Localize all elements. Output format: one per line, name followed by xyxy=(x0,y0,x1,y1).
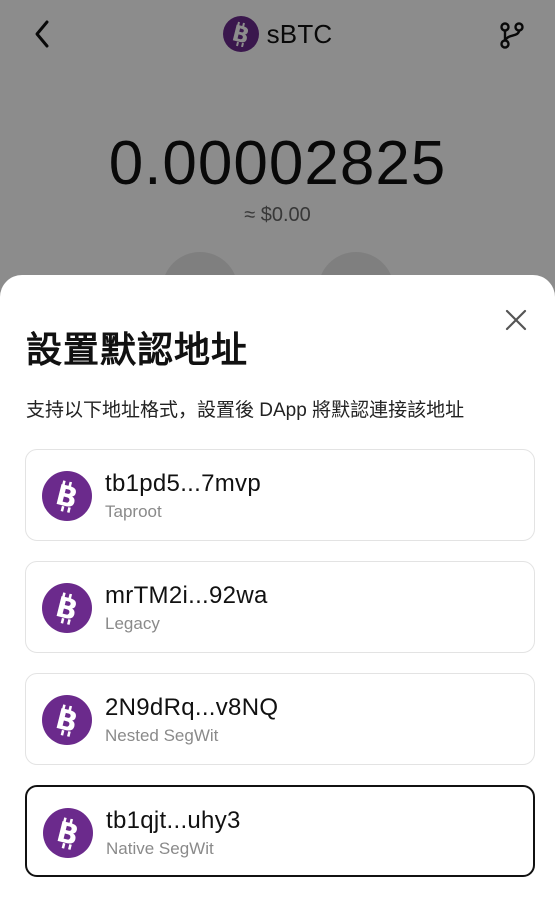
svg-text:B: B xyxy=(54,816,82,850)
svg-text:B: B xyxy=(53,591,81,625)
address-text: 2N9dRq...v8NQ xyxy=(105,694,279,721)
address-option-legacy[interactable]: B mrTM2i...92wa Legacy xyxy=(25,561,535,653)
address-type: Nested SegWit xyxy=(105,726,219,745)
bitcoin-icon: B xyxy=(42,695,92,745)
svg-text:B: B xyxy=(53,703,81,737)
address-option-nested-segwit[interactable]: B 2N9dRq...v8NQ Nested SegWit xyxy=(25,673,535,765)
bitcoin-icon: B xyxy=(43,808,93,858)
svg-text:B: B xyxy=(53,479,81,513)
sheet-title: 設置默認地址 xyxy=(26,329,249,370)
bitcoin-icon: B xyxy=(42,471,92,521)
address-type: Taproot xyxy=(105,502,162,521)
address-text: tb1qjt...uhy3 xyxy=(106,807,241,834)
address-list: B tb1pd5...7mvp Taproot B mrTM2i...92wa … xyxy=(25,449,535,897)
default-address-sheet: 設置默認地址 支持以下地址格式，設置後 DApp 將默認連接該地址 B tb1p… xyxy=(0,275,555,909)
bitcoin-icon: B xyxy=(42,583,92,633)
sheet-description: 支持以下地址格式，設置後 DApp 將默認連接該地址 xyxy=(26,400,465,421)
address-option-taproot[interactable]: B tb1pd5...7mvp Taproot xyxy=(25,449,535,541)
address-text: mrTM2i...92wa xyxy=(105,582,268,609)
close-icon xyxy=(505,309,527,331)
address-type: Legacy xyxy=(105,614,160,633)
address-type: Native SegWit xyxy=(106,839,214,858)
address-option-native-segwit[interactable]: B tb1qjt...uhy3 Native SegWit xyxy=(25,785,535,877)
close-button[interactable] xyxy=(501,305,531,335)
address-text: tb1pd5...7mvp xyxy=(105,470,261,497)
